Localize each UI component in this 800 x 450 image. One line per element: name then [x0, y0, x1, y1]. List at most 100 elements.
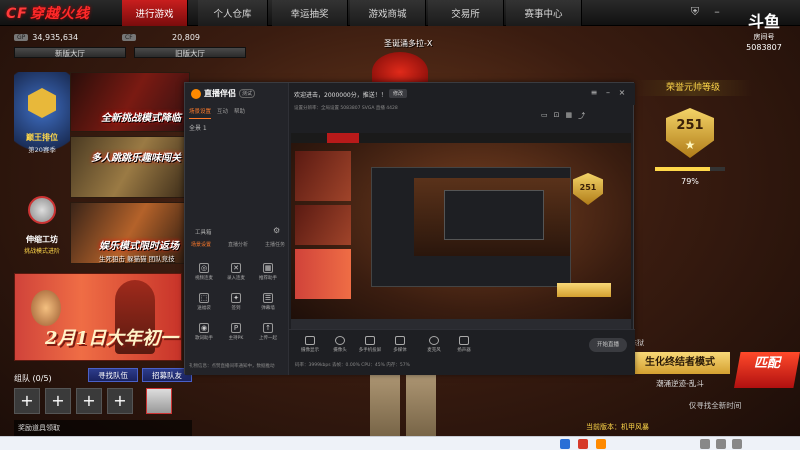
ranked-badge[interactable]: 巅王排位 第20赛季: [14, 72, 70, 162]
tab-scene[interactable]: 场景设置: [189, 107, 212, 119]
app-badge: 测试: [239, 89, 256, 98]
preview-rank-badge: 251: [573, 173, 603, 205]
banner-jump-party[interactable]: 多人跳跳乐趣味闯关: [70, 136, 190, 198]
tool-pk[interactable]: P 主持PK: [221, 323, 251, 341]
rank-progress-fill: [655, 167, 711, 171]
team-label: 组队 (0/5): [14, 374, 52, 383]
tab-shop[interactable]: 游戏商城: [350, 0, 426, 26]
game-client: 圣诞涌多拉-X CF 穿越火线 进行游戏 个人仓库 幸运抽奖 游戏商城 交易所 赛…: [0, 0, 800, 450]
rank-emblem-icon: [28, 88, 56, 118]
tool-tab[interactable]: 场景设置: [191, 241, 211, 248]
tool-lyrics[interactable]: ◉ 歌词助手: [189, 323, 219, 341]
menu-icon[interactable]: ≡: [589, 87, 599, 99]
banner-title: 全新挑战模式降临: [101, 113, 181, 124]
rank-progress-label: 79%: [681, 177, 699, 186]
workshop-subtitle: 挑战模式进阶: [23, 248, 60, 255]
game-logo: CF 穿越火线: [6, 6, 90, 22]
minimize-icon[interactable]: –: [710, 5, 724, 19]
media-button[interactable]: 多媒体: [387, 336, 413, 353]
tab-inventory[interactable]: 个人仓库: [198, 0, 268, 26]
tool-upload[interactable]: ↑ 上传一起: [253, 323, 283, 341]
tool-record-link[interactable]: ✕ 录入连麦: [221, 263, 251, 281]
tray-icon[interactable]: [700, 439, 710, 449]
banner-fun-modes[interactable]: 娱乐模式限时返场 生死狙击 躲猫猫 团队竞技: [70, 202, 190, 264]
rank-title: 荣誉元帅等级: [634, 80, 752, 96]
find-team-button[interactable]: 寻找队伍: [88, 368, 138, 382]
app-footer: 摄像显示 摄像头 多手机投屏 多媒体 麦克风 扬声器 开始直播 码率：3999k…: [289, 329, 635, 375]
tool-video-link[interactable]: ◎ 视频连麦: [189, 263, 219, 281]
tray-icon[interactable]: [732, 439, 742, 449]
rank-level: 251: [676, 118, 704, 133]
preview-banner: [295, 249, 351, 299]
tool-tab[interactable]: 直播分析: [228, 241, 248, 248]
gp-value: 34,935,634: [32, 33, 79, 42]
share-icon[interactable]: ⤴: [578, 111, 585, 121]
tool-lucky-bag[interactable]: ⬚ 送福袋: [189, 293, 219, 311]
speaker-button[interactable]: 扬声器: [451, 336, 477, 353]
browser-icon[interactable]: [560, 439, 570, 449]
team-slot[interactable]: +: [107, 388, 133, 414]
tab-interact[interactable]: 互动: [217, 107, 228, 119]
banner-title: 娱乐模式限时返场: [99, 241, 179, 252]
mode-select-button[interactable]: 生化终结者模式: [630, 352, 730, 374]
camera-icon: [335, 336, 345, 345]
preview-game: 251: [291, 133, 631, 329]
mode-option[interactable]: 仅寻找全新时间: [630, 400, 800, 411]
tool-danmaku-wall[interactable]: ☰ 弹幕墙: [253, 293, 283, 311]
close-icon[interactable]: ×: [617, 87, 627, 99]
ranked-title: 巅王排位: [26, 133, 58, 142]
tab-help[interactable]: 帮助: [234, 107, 245, 119]
scene-item[interactable]: 全景 1: [189, 123, 207, 132]
tab-lucky-draw[interactable]: 幸运抽奖: [272, 0, 348, 26]
character-name: 圣诞涌多拉-X: [384, 39, 433, 48]
match-button[interactable]: 匹配: [734, 352, 800, 388]
tool-tabs: 场景设置 直播分析 主播任务: [191, 241, 285, 248]
phone-cast-button[interactable]: 多手机投屏: [357, 336, 383, 353]
app-logo-icon: [191, 88, 201, 99]
tab-events[interactable]: 赛事中心: [506, 0, 582, 26]
new-hall-button[interactable]: 新版大厅: [14, 47, 126, 58]
tab-play[interactable]: 进行游戏: [122, 0, 188, 26]
mode-map: 潮涌逆迹-乱斗: [656, 379, 704, 388]
app-tabs: 场景设置 互动 帮助: [189, 107, 285, 119]
ranked-season: 第20赛季: [28, 146, 56, 154]
stream-preview[interactable]: 251: [291, 133, 631, 329]
stream-info: 设置分辨率：全局设置 5083807 SVGA 直播 4428: [294, 106, 398, 111]
tool-tab[interactable]: 主播任务: [265, 241, 285, 248]
preview-scrollbar: [291, 319, 631, 329]
shield-icon[interactable]: ⛨: [688, 5, 702, 19]
cf-value: 20,809: [172, 33, 200, 42]
stream-app-icon[interactable]: [596, 439, 606, 449]
banner-new-year[interactable]: 2月1日大年初一: [14, 273, 182, 361]
phone-icon: [365, 336, 375, 345]
version-label: 当前版本：机甲风暴: [586, 423, 649, 431]
app-icon[interactable]: [578, 439, 588, 449]
chat-bar[interactable]: 奖励道具领取: [14, 420, 192, 436]
gp-balance: GP 34,935,634: [14, 31, 78, 44]
camera-display-button[interactable]: 摄像显示: [297, 336, 323, 353]
microphone-icon: [429, 336, 439, 345]
tab-exchange[interactable]: 交易所: [428, 0, 504, 26]
banner-new-challenge[interactable]: 全新挑战模式降临: [70, 72, 190, 132]
speaker-icon: [459, 336, 469, 345]
tool-checkin[interactable]: ✦ 签到: [221, 293, 251, 311]
tool-recommend[interactable]: ▦ 推荐助手: [253, 263, 283, 281]
stream-title: 欢迎进击，2000000分，推送！！: [294, 92, 387, 99]
camera-button[interactable]: 摄像头: [327, 336, 353, 353]
team-slot[interactable]: +: [45, 388, 71, 414]
layout-icon[interactable]: ▦: [566, 111, 573, 121]
edit-title-button[interactable]: 修改: [389, 89, 408, 98]
old-hall-button[interactable]: 旧版大厅: [134, 47, 246, 58]
tray-icon[interactable]: [716, 439, 726, 449]
workshop-badge[interactable]: 伸缩工坊 挑战模式进阶: [14, 182, 70, 262]
team-slot[interactable]: +: [14, 388, 40, 414]
lock-icon[interactable]: ⊡: [554, 111, 560, 121]
team-slot[interactable]: +: [76, 388, 102, 414]
star-icon: ★: [684, 138, 696, 152]
minimize-icon[interactable]: –: [603, 87, 613, 99]
microphone-button[interactable]: 麦克风: [421, 336, 447, 353]
avatar[interactable]: [146, 388, 172, 414]
screen-icon[interactable]: ▭: [541, 111, 548, 121]
start-live-button[interactable]: 开始直播: [589, 338, 627, 352]
gear-icon[interactable]: ⚙: [273, 226, 280, 235]
